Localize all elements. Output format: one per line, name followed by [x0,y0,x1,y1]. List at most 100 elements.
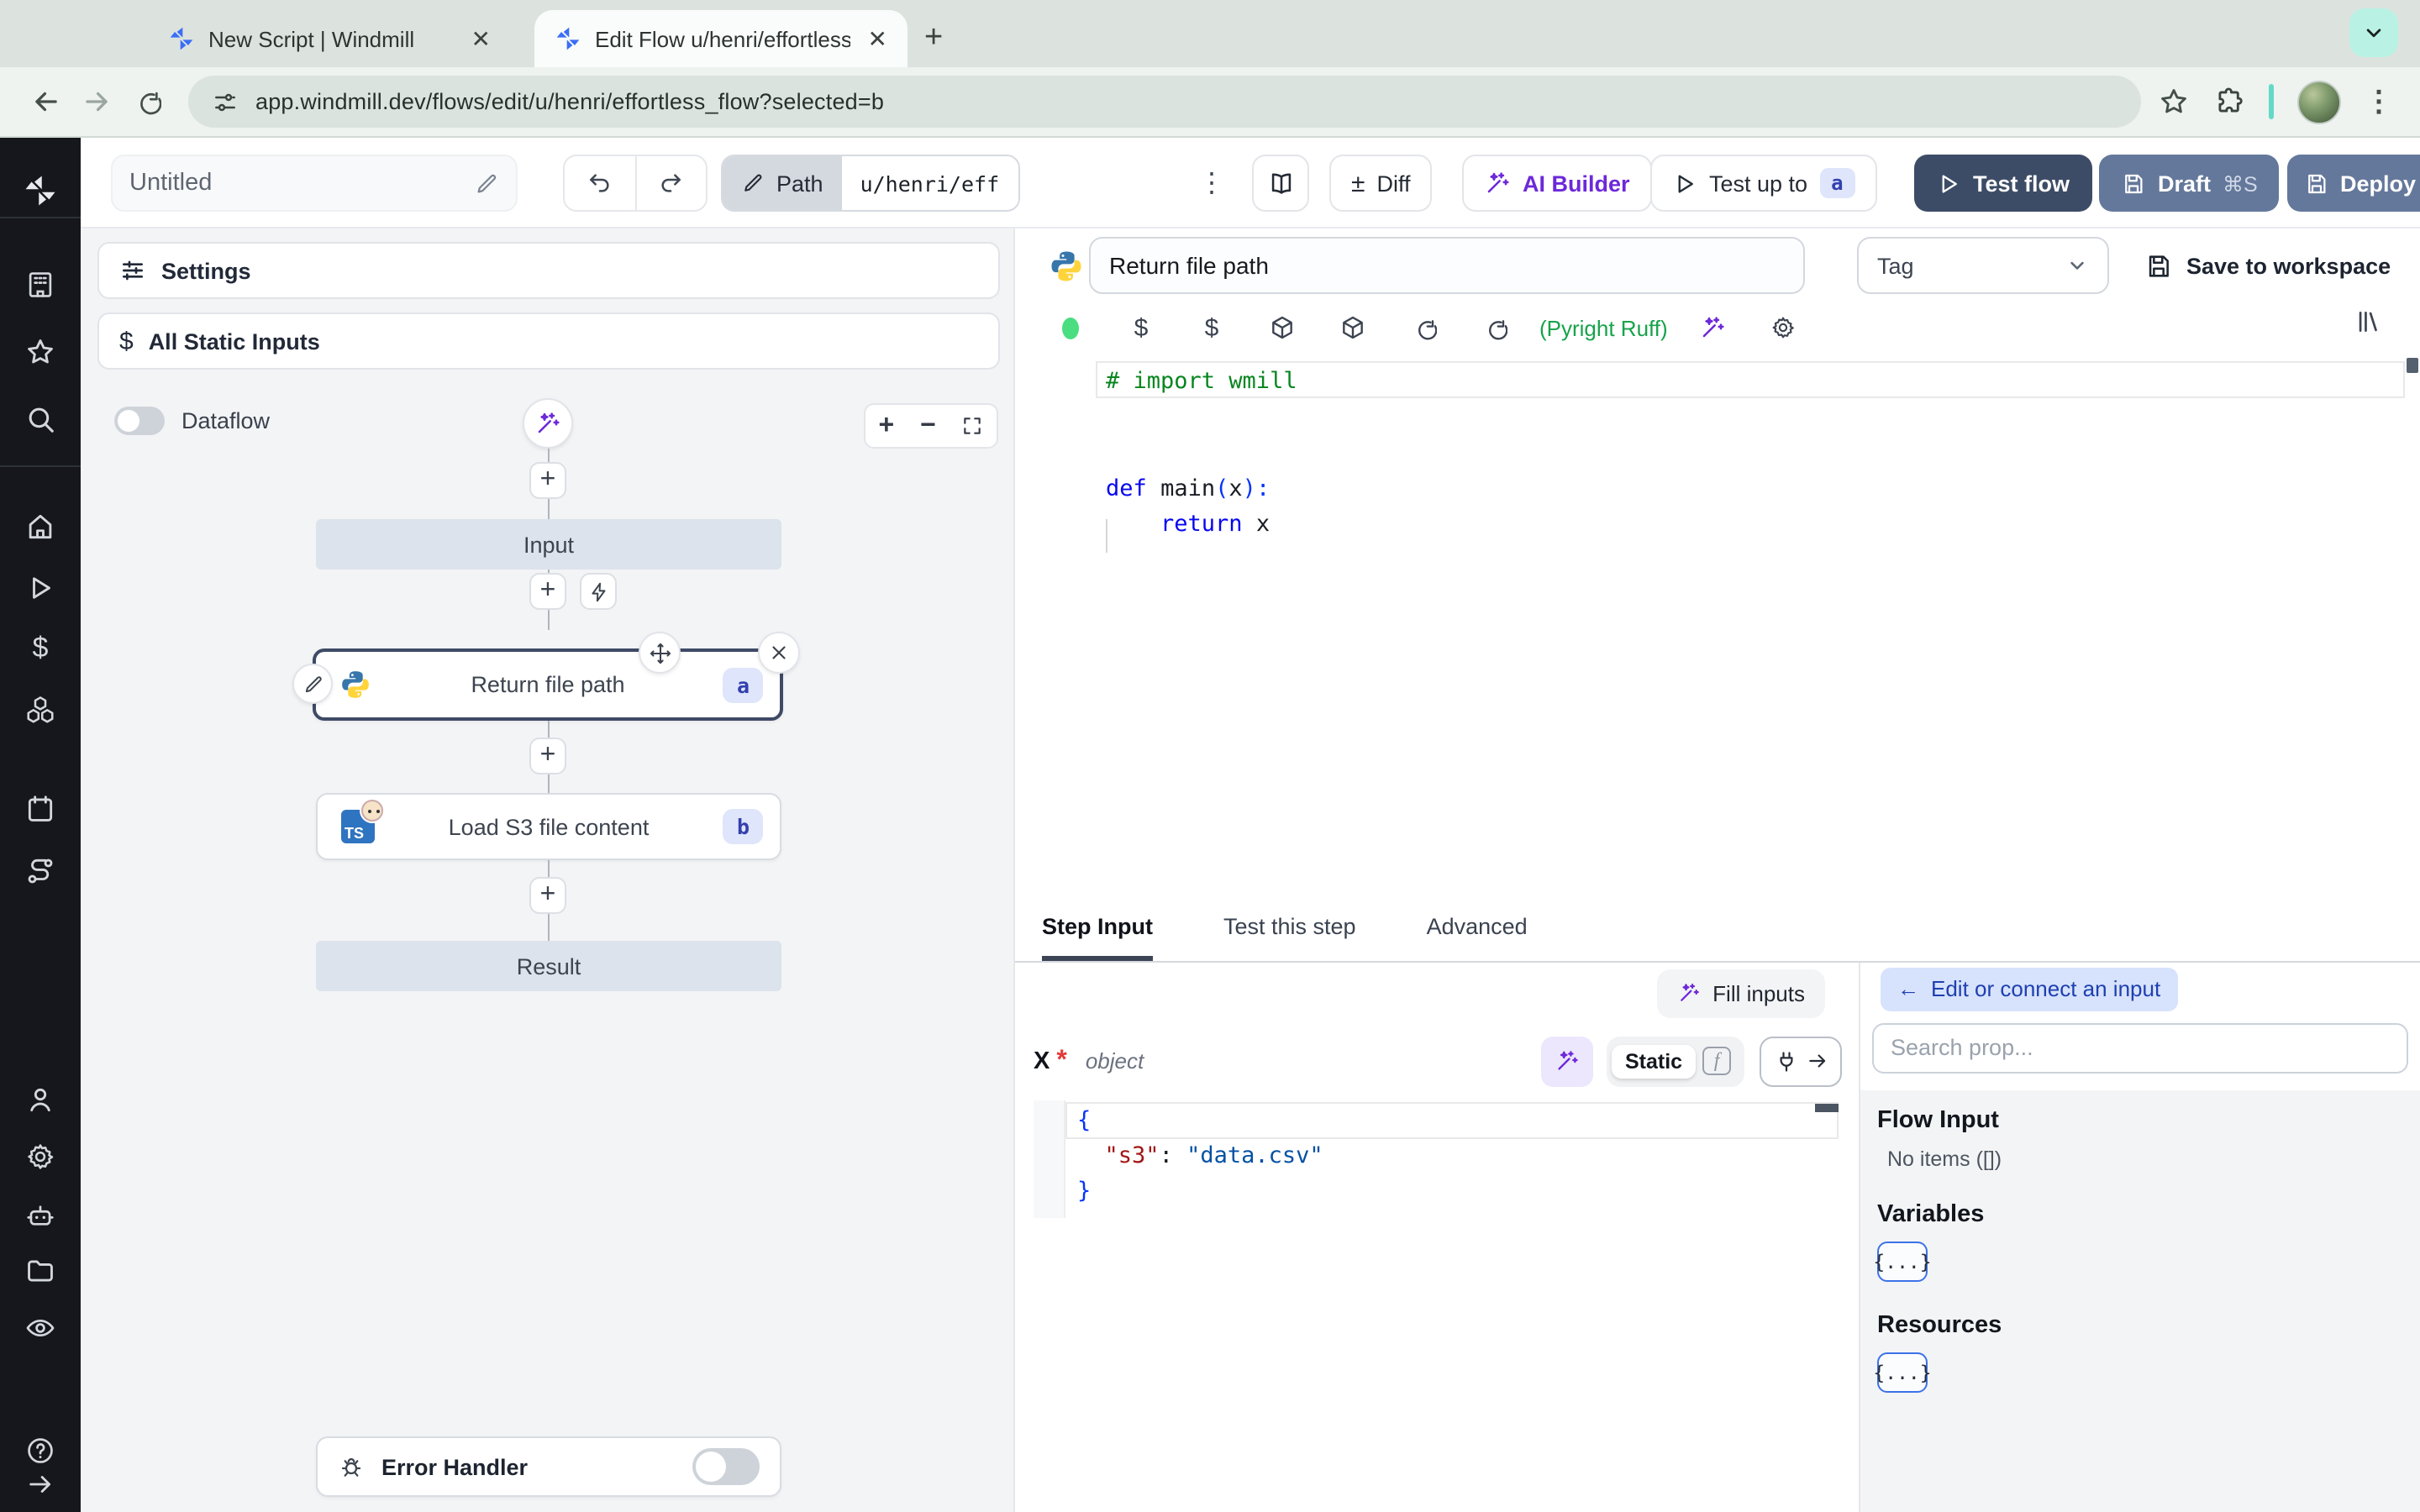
bookmark-star-icon[interactable] [2158,86,2190,118]
resources-icon[interactable]: $ [1176,313,1247,342]
save-to-workspace-button[interactable]: Save to workspace [2144,237,2391,294]
edit-or-connect-button[interactable]: ← Edit or connect an input [1881,967,2178,1011]
sidebar-item-routes[interactable] [24,855,56,895]
search-prop-input[interactable]: Search prop... [1872,1022,2408,1073]
sidebar-item-resources[interactable] [24,694,56,734]
deploy-button[interactable]: Deploy [2287,155,2420,212]
ai-builder-button[interactable]: AI Builder [1462,155,1652,212]
sidebar-item-help[interactable] [24,1435,56,1475]
test-up-to-button[interactable]: Test up to a [1650,155,1877,212]
fill-inputs-button[interactable]: Fill inputs [1657,969,1825,1017]
ai-flow-wand-button[interactable] [523,398,573,449]
sidebar-item-runs[interactable] [25,573,55,612]
browser-tab-inactive[interactable]: New Script | Windmill ✕ [148,10,511,67]
sidebar-item-folders[interactable] [24,1255,56,1295]
tab-test-this-step[interactable]: Test this step [1223,900,1356,960]
tab-close-icon[interactable]: ✕ [865,24,891,53]
insert-step-button[interactable]: + [529,462,566,499]
scrollbar-thumb[interactable] [2407,358,2418,373]
sidebar-item-favorites[interactable] [24,336,56,376]
settings-card[interactable]: Settings [97,242,1000,299]
reload-icon[interactable] [1459,315,1529,340]
move-step-button[interactable] [639,632,681,674]
tab-search-button[interactable] [2349,8,2398,57]
flow-step-a-node[interactable]: Return file path a [313,648,783,721]
fullscreen-icon[interactable] [962,415,984,437]
diff-button[interactable]: ± Diff [1329,155,1433,212]
resources-object-button[interactable]: {...} [1873,1352,1932,1392]
tab-close-icon[interactable]: ✕ [468,24,494,53]
reload-button[interactable] [121,76,171,127]
package-icon[interactable] [1318,314,1388,341]
editor-settings-icon[interactable] [1749,314,1819,341]
insert-step-button[interactable]: + [529,738,566,774]
connect-input-button[interactable] [1760,1036,1842,1086]
path-chip[interactable]: Path u/henri/eff [721,155,1020,212]
package-icon[interactable] [1247,314,1318,341]
dataflow-toggle[interactable] [114,407,165,435]
scrollbar-thumb[interactable] [1815,1103,1839,1111]
flow-name-text: Untitled [129,170,213,197]
add-trigger-button[interactable] [580,573,617,610]
tab-advanced[interactable]: Advanced [1427,900,1528,960]
error-handler-toggle[interactable] [692,1448,760,1485]
address-bar[interactable]: app.windmill.dev/flows/edit/u/henri/effo… [188,76,2141,128]
ai-fill-field-button[interactable] [1541,1036,1593,1086]
sidebar-item-users[interactable] [24,1084,56,1124]
more-options-icon[interactable]: ⋮ [1186,155,1237,212]
json-lines[interactable]: { "s3": "data.csv"} [1077,1103,1832,1210]
sidebar-item-workspace[interactable] [24,269,56,309]
step-b-badge: b [723,809,763,844]
code-lines[interactable]: # import wmill def main(x): return x [1106,365,2396,543]
flow-result-node[interactable]: Result [316,941,781,991]
variables-object-button[interactable]: {...} [1873,1241,1932,1281]
sidebar-expand-icon[interactable] [26,1470,55,1507]
sidebar-item-variables[interactable]: $ [33,632,49,665]
sidebar-item-home[interactable] [24,511,56,551]
reload-icon[interactable] [1388,315,1459,340]
test-flow-button[interactable]: Test flow [1914,155,2092,212]
flow-input-node[interactable]: Input [316,519,781,570]
sidebar-item-schedules[interactable] [24,793,56,833]
library-icon[interactable] [2354,307,2383,344]
profile-avatar[interactable] [2297,80,2341,123]
lint-assistants-label[interactable]: (Pyright Ruff) [1529,315,1678,340]
input-mode-switch[interactable]: Static f [1607,1036,1744,1086]
all-static-inputs-card[interactable]: $ All Static Inputs [97,312,1000,370]
json-value-editor[interactable]: { "s3": "data.csv"} [1034,1100,1845,1217]
sidebar-item-settings[interactable] [24,1141,56,1181]
error-handler-card[interactable]: Error Handler [316,1436,781,1497]
redo-button[interactable] [634,156,706,210]
flow-step-b-node[interactable]: TS Load S3 file content b [316,793,781,860]
browser-menu-icon[interactable]: ⋮ [2365,85,2393,118]
docs-button[interactable] [1252,155,1309,212]
sidebar-item-search[interactable] [24,403,56,444]
ai-wand-icon[interactable] [1678,314,1749,341]
insert-step-button[interactable]: + [529,877,566,914]
forward-button[interactable] [71,76,121,127]
connect-input-panel: ← Edit or connect an input Search prop..… [1859,962,2420,1512]
delete-step-button[interactable] [758,632,800,674]
site-settings-icon[interactable] [212,88,239,115]
variables-icon[interactable]: $ [1106,313,1176,342]
back-button[interactable] [20,76,71,127]
flow-name-input[interactable]: Untitled [111,155,518,212]
tag-select[interactable]: Tag [1857,237,2109,294]
draft-button[interactable]: Draft ⌘S [2099,155,2280,212]
browser-tab-active[interactable]: Edit Flow u/henri/effortless_fl ✕ [534,10,908,67]
windmill-logo-icon[interactable] [23,173,58,217]
tab-step-input[interactable]: Step Input [1042,900,1153,960]
code-editor[interactable]: # import wmill def main(x): return x [1015,349,2420,900]
step-name-input[interactable]: Return file path [1089,237,1805,294]
zoom-out-button[interactable]: − [920,411,936,441]
edit-step-button[interactable] [292,664,333,704]
sidebar-item-audit-logs[interactable] [24,1312,56,1352]
extensions-puzzle-icon[interactable] [2213,86,2245,118]
new-tab-button[interactable]: + [924,22,943,54]
zoom-in-button[interactable]: + [878,411,894,441]
sidebar-item-workers[interactable] [24,1200,56,1240]
function-mode-icon[interactable]: f [1702,1047,1732,1075]
insert-step-button[interactable]: + [529,573,566,610]
static-mode-pill[interactable]: Static [1612,1044,1697,1078]
undo-button[interactable] [565,156,634,210]
